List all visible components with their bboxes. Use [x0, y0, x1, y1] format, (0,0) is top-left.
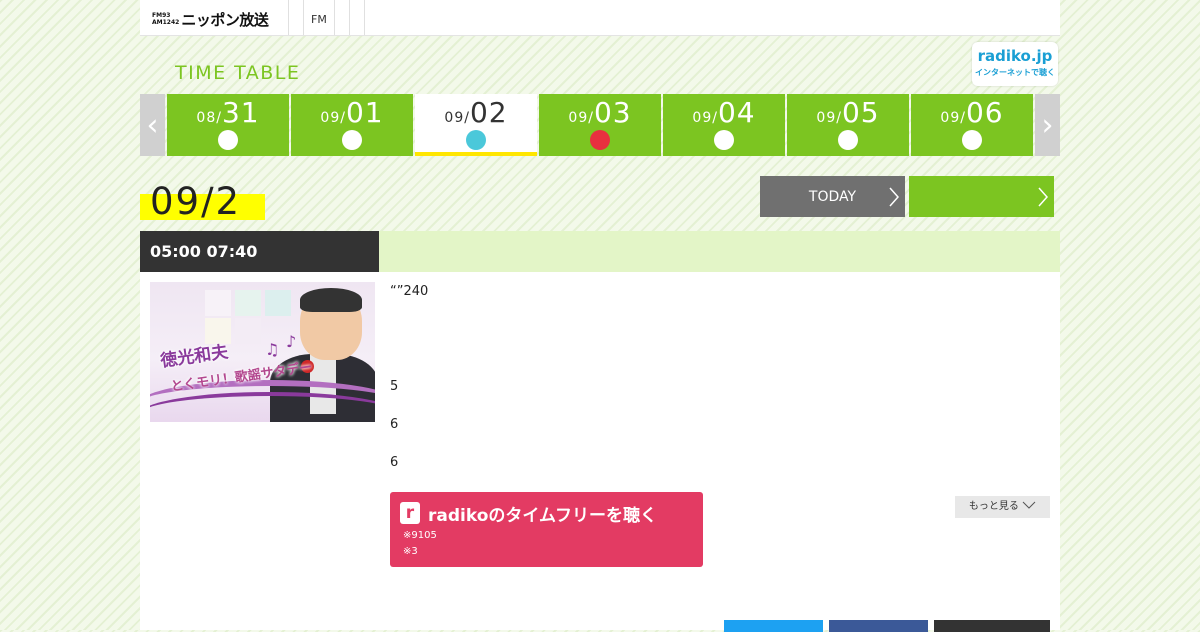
host-hair — [300, 288, 362, 312]
site-header: FM93 AM1242 ニッポン放送 FM — [140, 0, 1060, 36]
date-tab-month: 09/ — [940, 110, 966, 126]
program-description-line: 5 — [390, 379, 399, 394]
date-tab-day: 05 — [841, 96, 880, 129]
radiko-badge-title: radiko.jp — [977, 47, 1053, 65]
status-dot-icon — [590, 130, 610, 150]
thumbnail-host-name: 徳光和夫 — [159, 342, 230, 372]
program-content: ♫ ♪ 徳光和夫 とくモリ！歌謡サタデー “”240 5 6 6 r radik… — [140, 272, 1060, 632]
date-tab[interactable]: 09/06 — [911, 94, 1033, 156]
chevron-right-icon — [1038, 187, 1049, 210]
status-dot-icon — [342, 130, 362, 150]
decor-square — [265, 290, 291, 316]
radiko-timefree-button[interactable]: r radikoのタイムフリーを聴く ※9105 ※3 — [390, 492, 703, 567]
date-tab[interactable]: 09/04 — [663, 94, 785, 156]
radiko-badge-subtitle: インターネットで聴く — [975, 68, 1055, 77]
radiko-note: ※3 — [403, 546, 418, 557]
chevron-right-icon — [889, 187, 900, 210]
decor-square — [205, 290, 231, 316]
program-time: 05:00 07:40 — [140, 231, 379, 272]
header-nav: FM — [288, 0, 365, 35]
date-tab[interactable]: 09/05 — [787, 94, 909, 156]
line-share-button[interactable] — [934, 620, 1050, 632]
page: FM93 AM1242 ニッポン放送 FM radiko.jp インターネットで… — [140, 0, 1060, 632]
prev-week-button[interactable]: ‹ — [140, 94, 165, 156]
music-note-icon: ♫ — [265, 340, 280, 359]
status-dot-icon — [218, 130, 238, 150]
date-tab-day: 01 — [345, 96, 384, 129]
date-tab-day: 03 — [593, 96, 632, 129]
status-dot-icon — [466, 130, 486, 150]
next-day-button[interactable] — [909, 176, 1054, 217]
date-tab-month: 09/ — [568, 110, 594, 126]
nav-item-empty[interactable] — [335, 0, 349, 35]
radiko-note: ※9105 — [403, 530, 437, 541]
date-tab[interactable]: 08/31 — [167, 94, 289, 156]
twitter-share-button[interactable] — [724, 620, 823, 632]
more-button-label: もっと見る — [968, 501, 1019, 512]
status-dot-icon — [838, 130, 858, 150]
status-dot-icon — [962, 130, 982, 150]
nav-divider — [288, 0, 289, 35]
logo-badge: FM93 AM1242 — [152, 12, 179, 26]
selected-date-heading: 09/2 — [150, 180, 242, 223]
program-description-line: 6 — [390, 417, 399, 432]
radiko-badge-link[interactable]: radiko.jp インターネットで聴く — [972, 42, 1058, 86]
today-button[interactable]: TODAY — [760, 176, 905, 217]
program-title-bar — [379, 231, 1060, 272]
status-dot-icon — [714, 130, 734, 150]
decor-square — [235, 318, 261, 344]
date-tab-day: 04 — [717, 96, 756, 129]
logo-badge-top: FM93 — [152, 12, 171, 19]
radiko-logo-icon: r — [400, 502, 420, 524]
station-logo[interactable]: FM93 AM1242 ニッポン放送 — [152, 10, 269, 29]
logo-badge-bottom: AM1242 — [152, 19, 180, 26]
date-tab-day: 06 — [965, 96, 1004, 129]
decor-wave — [150, 392, 375, 422]
facebook-share-button[interactable] — [829, 620, 928, 632]
nav-divider — [363, 0, 365, 35]
date-tab-month: 09/ — [444, 110, 470, 126]
date-tab[interactable]: 09/03 — [539, 94, 661, 156]
program-thumbnail[interactable]: ♫ ♪ 徳光和夫 とくモリ！歌謡サタデー — [150, 282, 375, 422]
today-button-label: TODAY — [808, 188, 857, 205]
timetable-title: TIME TABLE — [175, 62, 301, 84]
date-tab-month: 09/ — [320, 110, 346, 126]
decor-square — [235, 290, 261, 316]
more-button[interactable]: もっと見る — [955, 496, 1050, 518]
date-tab-day: 02 — [469, 96, 508, 129]
music-note-icon: ♪ — [286, 332, 297, 351]
date-tab-active[interactable]: 09/02 — [415, 94, 537, 156]
date-tab-month: 09/ — [692, 110, 718, 126]
date-tab[interactable]: 09/01 — [291, 94, 413, 156]
program-description-line: 6 — [390, 455, 399, 470]
date-tab-month: 09/ — [816, 110, 842, 126]
program-description-line: “”240 — [390, 284, 429, 299]
date-tab-month: 08/ — [196, 110, 222, 126]
next-week-button[interactable]: › — [1035, 94, 1060, 156]
logo-name: ニッポン放送 — [181, 10, 269, 29]
date-tab-day: 31 — [221, 96, 260, 129]
nav-item-fm[interactable]: FM — [304, 0, 334, 35]
date-strip: ‹ 08/31 09/01 09/02 09/03 09/04 09/05 09… — [140, 94, 1060, 156]
radiko-timefree-label: radikoのタイムフリーを聴く — [428, 506, 658, 526]
chevron-right-icon: › — [1041, 107, 1054, 143]
chevron-left-icon: ‹ — [146, 107, 159, 143]
nav-item-empty[interactable] — [350, 0, 364, 35]
chevron-down-icon — [1022, 501, 1036, 512]
